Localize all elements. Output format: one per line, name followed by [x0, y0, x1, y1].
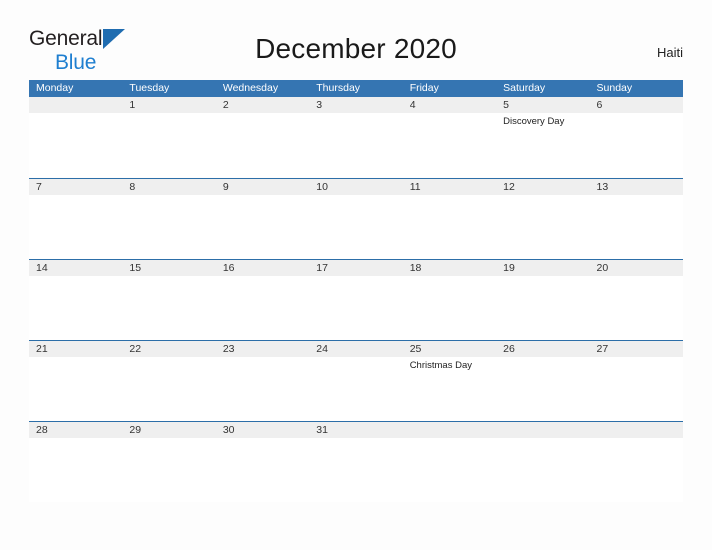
- day-number: 29: [129, 424, 142, 436]
- calendar-day-cell[interactable]: 5 Discovery Day: [496, 97, 590, 177]
- calendar-day-cell[interactable]: [589, 422, 683, 502]
- day-number: 31: [316, 424, 328, 436]
- day-number: 3: [316, 99, 323, 111]
- weekday-header-friday: Friday: [409, 82, 439, 94]
- day-number: 6: [596, 99, 603, 111]
- calendar-day-cell[interactable]: 9: [215, 179, 310, 259]
- calendar-day-cell[interactable]: 26: [496, 341, 590, 421]
- weekday-header-tuesday: Tuesday: [129, 82, 170, 94]
- calendar-day-cell[interactable]: 15: [122, 260, 216, 340]
- weekday-header-thursday: Thursday: [316, 82, 361, 94]
- calendar-day-cell[interactable]: 6: [589, 97, 683, 177]
- calendar-week-row: 7 8 9 10 11 12 13: [29, 178, 683, 259]
- day-number: 14: [36, 262, 48, 274]
- calendar-week-row: 1 2 3 4 5 Discovery Day 6: [29, 97, 683, 178]
- calendar-day-cell[interactable]: 23: [215, 341, 310, 421]
- calendar-page: General Blue December 2020 Haiti Monday …: [0, 0, 712, 550]
- day-number: 13: [596, 181, 609, 193]
- day-number: 7: [36, 181, 42, 193]
- calendar-day-cell[interactable]: 2: [215, 97, 310, 177]
- day-number: 21: [36, 343, 48, 355]
- calendar-day-cell[interactable]: 27: [589, 341, 683, 421]
- day-number: 24: [316, 343, 328, 355]
- calendar-day-cell[interactable]: 14: [29, 260, 123, 340]
- day-number: 18: [409, 262, 422, 274]
- day-number: 2: [222, 99, 229, 111]
- calendar-day-cell[interactable]: [402, 422, 497, 502]
- calendar-day-cell[interactable]: 25 Christmas Day: [402, 341, 497, 421]
- weekday-header-wednesday: Wednesday: [222, 82, 279, 94]
- day-number: 9: [222, 181, 229, 193]
- page-title: December 2020: [255, 33, 457, 64]
- calendar-week-row: 14 15 16 17 18 19 20: [29, 259, 683, 340]
- calendar-day-cell[interactable]: [496, 422, 590, 502]
- day-number: 5: [503, 99, 509, 111]
- day-number: 15: [129, 262, 142, 274]
- day-number: [597, 422, 683, 438]
- calendar-day-cell[interactable]: 29: [122, 422, 216, 502]
- calendar-day-cell[interactable]: 16: [215, 260, 310, 340]
- calendar-day-cell[interactable]: 24: [309, 341, 403, 421]
- day-number: 25: [409, 343, 422, 355]
- page-header: General Blue December 2020 Haiti: [0, 0, 712, 80]
- calendar-day-cell[interactable]: 3: [309, 97, 403, 177]
- calendar-day-cell[interactable]: 7: [29, 179, 123, 259]
- day-number: 26: [503, 343, 515, 355]
- weekday-header-sunday: Sunday: [596, 82, 633, 94]
- weekday-header-row: Monday Tuesday Wednesday Thursday Friday…: [29, 80, 683, 97]
- day-number: 12: [503, 181, 515, 193]
- calendar-day-cell[interactable]: 12: [496, 179, 590, 259]
- day-number: 17: [316, 262, 328, 274]
- calendar-day-cell[interactable]: 8: [122, 179, 216, 259]
- day-number: 23: [222, 343, 235, 355]
- calendar-day-cell[interactable]: 4: [402, 97, 497, 177]
- day-number: 19: [503, 262, 515, 274]
- weekday-header-saturday: Saturday: [503, 82, 546, 94]
- day-number: 4: [409, 99, 416, 111]
- calendar-day-cell[interactable]: 21: [29, 341, 123, 421]
- day-number: 20: [596, 262, 609, 274]
- calendar-day-cell[interactable]: 18: [402, 260, 497, 340]
- calendar-day-cell[interactable]: 30: [215, 422, 310, 502]
- day-number: [503, 422, 589, 438]
- day-number: 11: [409, 181, 421, 193]
- calendar-week-row: 21 22 23 24 25 Christmas Day 26 27: [29, 340, 683, 421]
- calendar-day-cell[interactable]: 10: [309, 179, 403, 259]
- calendar-grid: Monday Tuesday Wednesday Thursday Friday…: [29, 80, 683, 502]
- day-number: [36, 97, 122, 113]
- calendar-day-cell[interactable]: 22: [122, 341, 216, 421]
- day-event: Discovery Day: [503, 116, 565, 127]
- day-number: 27: [596, 343, 609, 355]
- weekday-header-monday: Monday: [36, 82, 74, 94]
- calendar-day-cell[interactable]: 13: [589, 179, 683, 259]
- calendar-day-cell[interactable]: 19: [496, 260, 590, 340]
- calendar-day-cell[interactable]: 17: [309, 260, 403, 340]
- day-number: 8: [129, 181, 136, 193]
- calendar-day-cell[interactable]: 1: [122, 97, 216, 177]
- country-label: Haiti: [656, 45, 683, 60]
- calendar-day-cell[interactable]: [29, 97, 123, 177]
- day-number: 16: [222, 262, 235, 274]
- day-number: 1: [129, 99, 136, 111]
- day-number: 30: [222, 424, 235, 436]
- day-number: 10: [316, 181, 328, 193]
- day-number: 28: [36, 424, 48, 436]
- day-number: [410, 422, 496, 438]
- calendar-day-cell[interactable]: 11: [402, 179, 497, 259]
- calendar-day-cell[interactable]: 28: [29, 422, 123, 502]
- calendar-day-cell[interactable]: 20: [589, 260, 683, 340]
- calendar-day-cell[interactable]: 31: [309, 422, 403, 502]
- day-number: 22: [129, 343, 142, 355]
- day-event: Christmas Day: [409, 360, 472, 371]
- calendar-week-row: 28 29 30 31: [29, 421, 683, 502]
